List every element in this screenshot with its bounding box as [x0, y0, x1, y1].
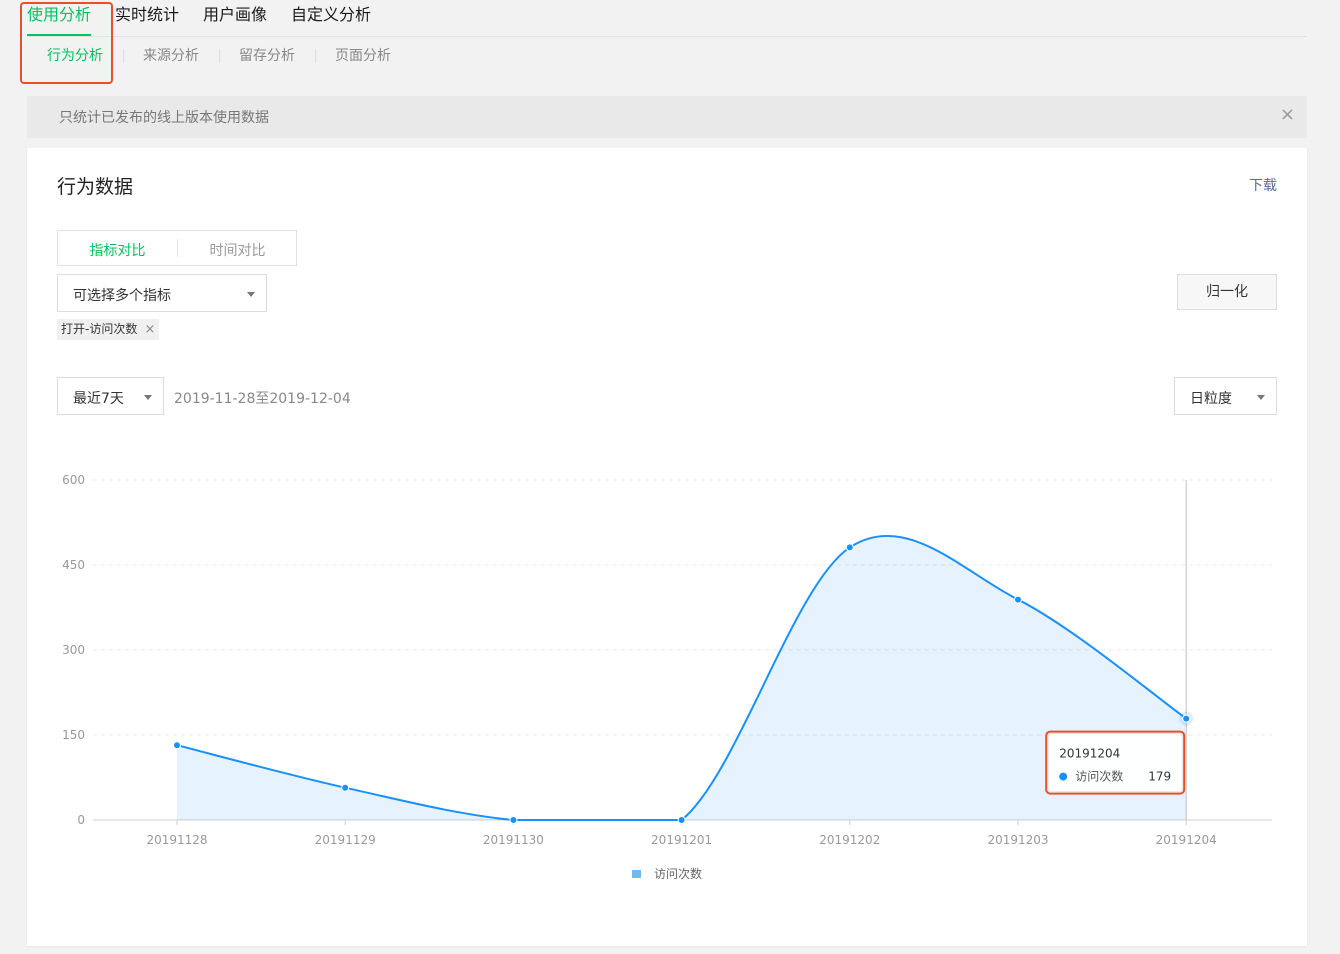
x-tick-label: 20191129: [315, 833, 376, 847]
y-tick-label: 150: [62, 728, 85, 742]
top-tab-bar: 使用分析 实时统计 用户画像 自定义分析: [27, 0, 1307, 37]
notice-text: 只统计已发布的线上版本使用数据: [59, 110, 269, 126]
tooltip-category: 20191204: [1059, 747, 1120, 761]
behavior-data-panel: 行为数据 下载 指标对比 时间对比 可选择多个指标 归一化 打开-访问次数 × …: [27, 148, 1307, 946]
tooltip-value: 179: [1148, 770, 1171, 784]
tab-custom-analysis[interactable]: 自定义分析: [291, 4, 371, 26]
data-point[interactable]: [1014, 595, 1022, 604]
subtab-source-analysis[interactable]: 来源分析: [143, 46, 199, 66]
data-point[interactable]: [1182, 714, 1191, 723]
y-tick-label: 0: [77, 813, 85, 827]
x-tick-label: 20191204: [1156, 833, 1217, 847]
close-icon[interactable]: ×: [1280, 105, 1295, 125]
y-tick-label: 600: [62, 473, 85, 487]
subtab-divider: [219, 49, 220, 63]
data-point[interactable]: [677, 816, 686, 824]
tab-user-profile[interactable]: 用户画像: [203, 4, 267, 26]
subtab-page-analysis[interactable]: 页面分析: [335, 46, 391, 66]
visits-area-chart[interactable]: 0 150 300 450 600 20191128 20191129 20191130 201…: [27, 148, 1307, 946]
notice-bar: 只统计已发布的线上版本使用数据 ×: [27, 96, 1307, 138]
subtab-behavior-analysis[interactable]: 行为分析: [47, 46, 103, 66]
data-point[interactable]: [845, 543, 854, 552]
y-tick-label: 300: [62, 643, 85, 657]
tab-realtime-stats[interactable]: 实时统计: [115, 4, 179, 26]
tooltip-series-name: 访问次数: [1075, 769, 1123, 784]
data-point[interactable]: [509, 816, 518, 824]
y-tick-label: 450: [62, 558, 85, 572]
subtab-divider: [123, 49, 124, 63]
tooltip-series-marker: [1059, 772, 1068, 781]
legend-swatch: [632, 870, 641, 878]
x-tick-label: 20191130: [483, 833, 544, 847]
subtab-divider: [315, 49, 316, 63]
x-tick-label: 20191202: [819, 833, 880, 847]
data-point[interactable]: [341, 783, 350, 792]
x-tick-label: 20191203: [987, 833, 1048, 847]
x-tick-label: 20191201: [651, 833, 712, 847]
x-tick-label: 20191128: [146, 833, 207, 847]
tab-usage-analysis[interactable]: 使用分析: [27, 4, 92, 36]
series-area: [177, 535, 1187, 820]
legend-label: 访问次数: [654, 866, 702, 881]
data-point[interactable]: [173, 741, 181, 750]
subtab-retention-analysis[interactable]: 留存分析: [239, 46, 295, 66]
